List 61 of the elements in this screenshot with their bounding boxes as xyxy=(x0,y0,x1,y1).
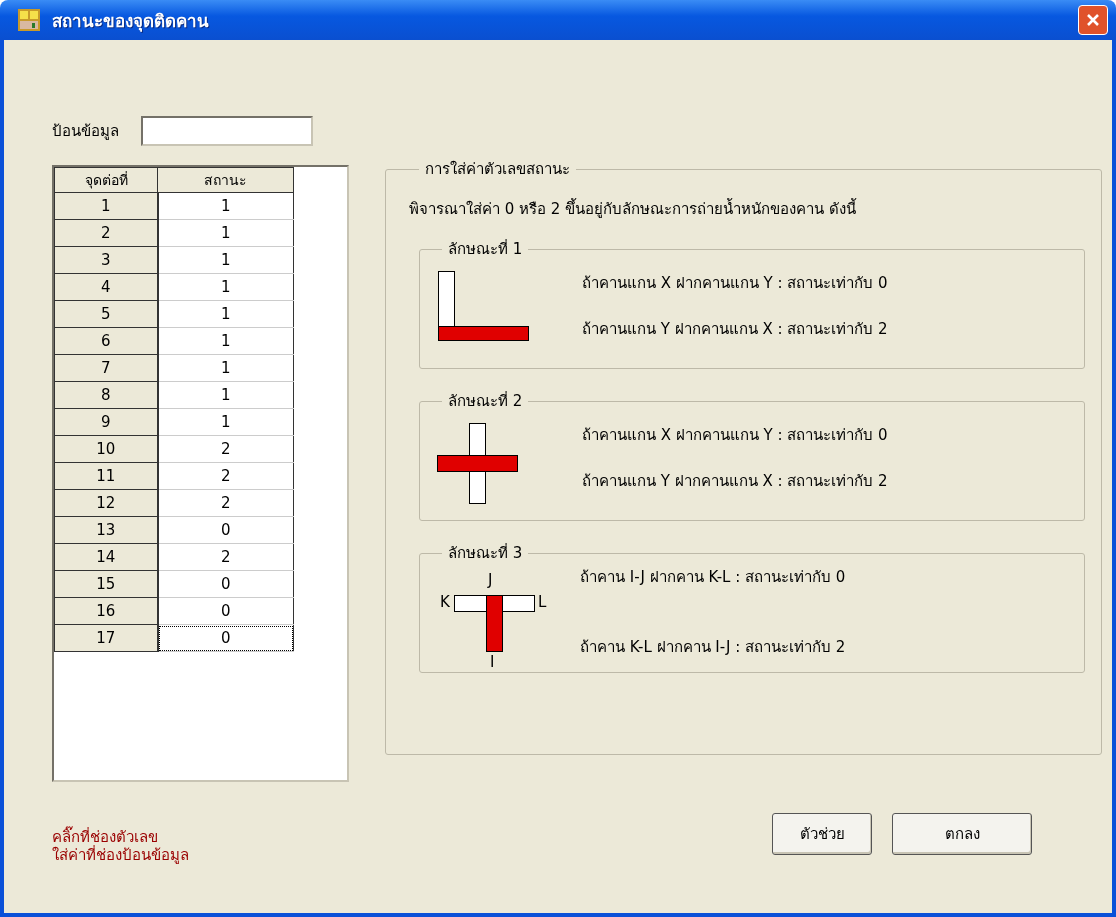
rule-text: ถ้าคานแกน X ฝากคานแกน Y : สถานะเท่ากับ 0 xyxy=(582,273,888,294)
entry-label: ป้อนข้อมูล xyxy=(52,121,119,142)
row-header: 7 xyxy=(54,354,158,382)
case-title: ลักษณะที่ 2 xyxy=(447,390,524,412)
row-header: 10 xyxy=(54,435,158,463)
table-cell[interactable]: 2 xyxy=(157,462,294,490)
rule-text: ถ้าคานแกน X ฝากคานแกน Y : สถานะเท่ากับ 0 xyxy=(582,425,888,446)
table-cell[interactable]: 1 xyxy=(157,192,294,220)
row-header: 17 xyxy=(54,624,158,652)
rule-text: ถ้าคาน K-L ฝากคาน I-J : สถานะเท่ากับ 2 xyxy=(580,637,846,658)
row-header: 11 xyxy=(54,462,158,490)
column-header[interactable]: จุดต่อที่ xyxy=(54,167,158,193)
row-header: 12 xyxy=(54,489,158,517)
table-cell[interactable]: 0 xyxy=(157,516,294,544)
group-title: การใส่ค่าตัวเลขสถานะ xyxy=(424,159,571,180)
table-cell[interactable]: 0 xyxy=(157,597,294,625)
joint-label: J xyxy=(488,573,493,588)
hint-text: ใส่ค่าที่ช่องป้อนข้อมูล xyxy=(52,846,190,864)
input-field[interactable] xyxy=(141,116,313,146)
row-header: 6 xyxy=(54,327,158,355)
case-title: ลักษณะที่ 1 xyxy=(447,238,524,260)
column-header[interactable]: สถานะ xyxy=(157,167,294,193)
row-header: 1 xyxy=(54,192,158,220)
table-cell[interactable]: 1 xyxy=(157,381,294,409)
row-header: 5 xyxy=(54,300,158,328)
row-header: 3 xyxy=(54,246,158,274)
joint-label: I xyxy=(490,655,495,670)
row-header: 15 xyxy=(54,570,158,598)
dialog-button[interactable]: ตัวช่วย xyxy=(772,813,872,855)
row-header: 16 xyxy=(54,597,158,625)
table-cell[interactable]: 1 xyxy=(157,246,294,274)
rule-text: ถ้าคานแกน Y ฝากคานแกน X : สถานะเท่ากับ 2 xyxy=(582,471,888,492)
row-header: 9 xyxy=(54,408,158,436)
window-title: สถานะของจุดติดคาน xyxy=(52,9,210,34)
row-header: 14 xyxy=(54,543,158,571)
row-header: 4 xyxy=(54,273,158,301)
case-title: ลักษณะที่ 3 xyxy=(447,542,524,564)
rule-text: ถ้าคาน I-J ฝากคาน K-L : สถานะเท่ากับ 0 xyxy=(580,567,846,588)
intro-text: พิจารณาใส่ค่า 0 หรือ 2 ขึ้นอยู่กับลักษณะการถ่ายน้ำหนักของคาน ดังนี้ xyxy=(409,197,858,220)
joint-label: K xyxy=(440,595,450,610)
table-cell[interactable]: 2 xyxy=(157,489,294,517)
table-cell[interactable]: 1 xyxy=(157,408,294,436)
dialog-button[interactable]: ตกลง xyxy=(892,813,1032,855)
table-cell[interactable]: 1 xyxy=(157,300,294,328)
row-header: 2 xyxy=(54,219,158,247)
close-icon xyxy=(1085,12,1101,28)
table-cell[interactable]: 0 xyxy=(157,570,294,598)
table-cell[interactable]: 1 xyxy=(157,354,294,382)
table-cell[interactable]: 1 xyxy=(157,219,294,247)
row-header: 8 xyxy=(54,381,158,409)
table-cell[interactable]: 2 xyxy=(157,435,294,463)
close-button[interactable] xyxy=(1078,5,1108,35)
hint-text: คลิ๊กที่ช่องตัวเลข xyxy=(52,828,158,846)
table-cell[interactable]: 0 xyxy=(157,624,294,652)
joint-label: L xyxy=(538,595,547,610)
table-cell[interactable]: 2 xyxy=(157,543,294,571)
row-header: 13 xyxy=(54,516,158,544)
rule-text: ถ้าคานแกน Y ฝากคานแกน X : สถานะเท่ากับ 2 xyxy=(582,319,888,340)
table-cell[interactable]: 1 xyxy=(157,273,294,301)
app-icon xyxy=(18,9,40,31)
table-cell[interactable]: 1 xyxy=(157,327,294,355)
